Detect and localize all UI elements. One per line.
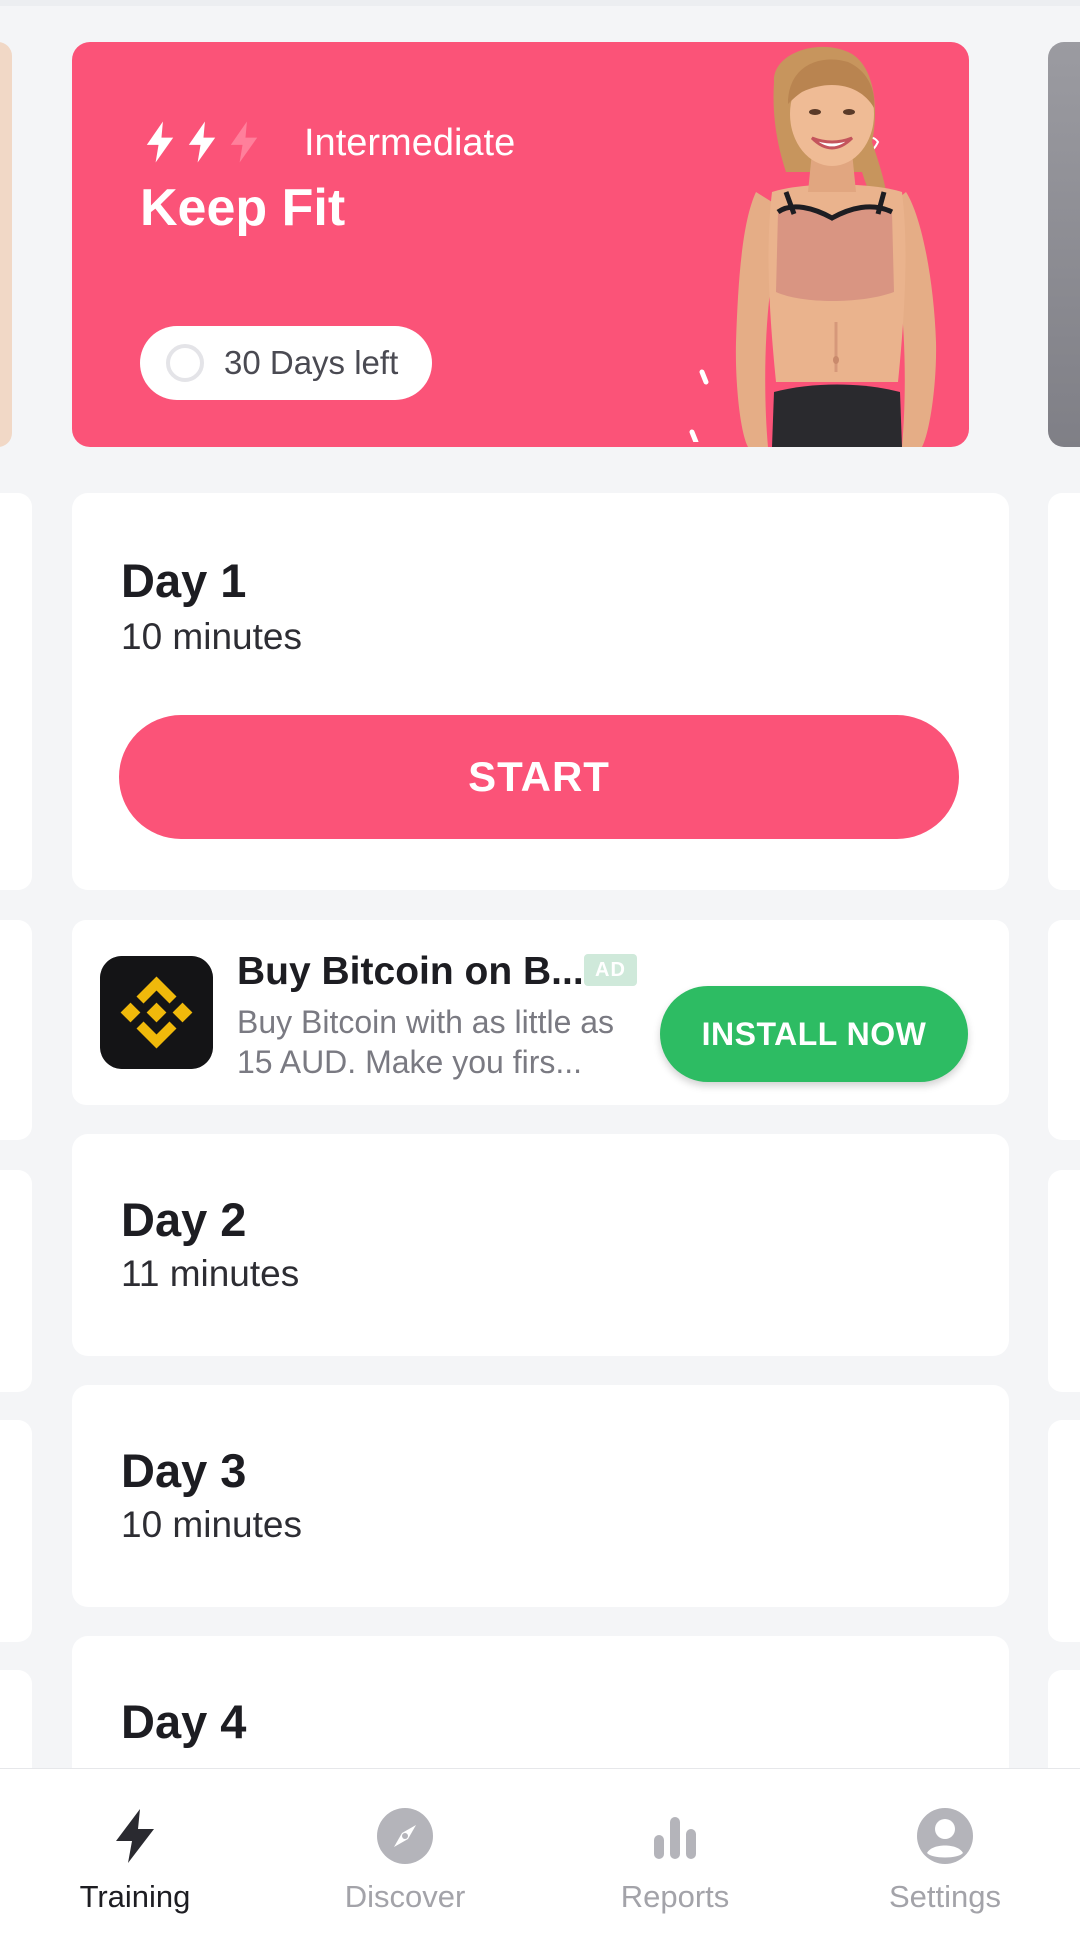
days-left-text: 30 Days left: [224, 344, 399, 381]
peek-card-right: [1048, 493, 1080, 890]
bolt-icon: [188, 121, 216, 163]
ad-title: Buy Bitcoin on B...: [237, 950, 584, 993]
day-duration: 11 minutes: [121, 1253, 300, 1294]
user-icon: [917, 1808, 973, 1864]
day-title: Day 1: [121, 554, 247, 607]
day-duration: 10 minutes: [121, 1504, 302, 1545]
compass-icon: [377, 1808, 433, 1864]
nav-tab-reports[interactable]: Reports: [540, 1769, 810, 1946]
nav-tab-training[interactable]: Training: [0, 1769, 270, 1946]
ad-description: Buy Bitcoin with as little as 15 AUD. Ma…: [237, 1004, 615, 1080]
day-card[interactable]: Day 3 10 minutes: [72, 1385, 1009, 1607]
day-title: Day 4: [121, 1695, 247, 1748]
nav-label: Discover: [344, 1879, 466, 1914]
bottom-navigation: Training Discover Reports Settings: [0, 1768, 1080, 1946]
previous-program-card[interactable]: [0, 42, 12, 447]
program-level: Intermediate: [304, 122, 516, 164]
bolt-icon: [116, 1809, 154, 1863]
day-title: Day 2: [121, 1193, 247, 1246]
day-title: Day 3: [121, 1444, 247, 1497]
program-title: Keep Fit: [140, 179, 346, 237]
ad-badge: AD: [584, 954, 637, 986]
day-card[interactable]: Day 2 11 minutes: [72, 1134, 1009, 1356]
status-divider: [0, 0, 1080, 6]
binance-logo-icon[interactable]: [100, 956, 213, 1069]
days-left-pill: 30 Days left: [140, 326, 432, 400]
peek-card-right: [1048, 920, 1080, 1140]
progress-ring-icon: [166, 344, 204, 382]
peek-card-left: [0, 920, 32, 1140]
next-program-card[interactable]: [1048, 42, 1080, 447]
peek-card-right: [1048, 1170, 1080, 1392]
athlete-image: [735, 46, 937, 447]
bolt-icon: [230, 121, 258, 163]
install-now-button[interactable]: INSTALL NOW: [660, 986, 968, 1082]
nav-label: Training: [79, 1879, 191, 1914]
day-card[interactable]: Day 1 10 minutes START: [72, 493, 1009, 890]
peek-card-left: [0, 1420, 32, 1642]
peek-card-right: [1048, 1420, 1080, 1642]
program-banner[interactable]: Intermediate Keep Fit 30 Days left: [72, 42, 969, 447]
start-button[interactable]: START: [119, 715, 959, 839]
intensity-indicator: [142, 120, 262, 164]
training-screen: Intermediate Keep Fit 30 Days left Day 1…: [0, 0, 1080, 1946]
peek-card-left: [0, 1170, 32, 1392]
ad-banner[interactable]: Buy Bitcoin on B... AD Buy Bitcoin with …: [72, 920, 1009, 1105]
bolt-icon: [146, 121, 174, 163]
nav-tab-settings[interactable]: Settings: [810, 1769, 1080, 1946]
bar-chart-icon: [654, 1817, 696, 1859]
nav-tab-discover[interactable]: Discover: [270, 1769, 540, 1946]
peek-card-left: [0, 493, 32, 890]
nav-label: Settings: [888, 1879, 1001, 1914]
nav-label: Reports: [620, 1879, 730, 1914]
day-duration: 10 minutes: [121, 616, 302, 657]
